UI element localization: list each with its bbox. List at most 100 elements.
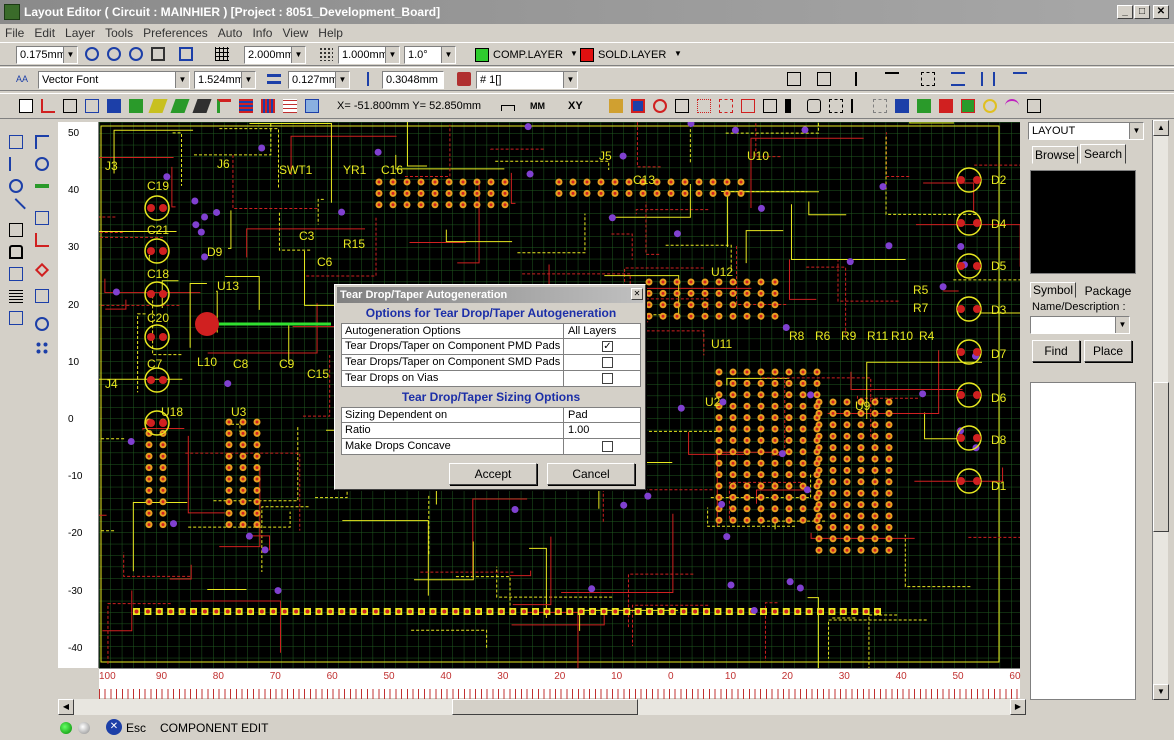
tab-symbol[interactable]: Symbol: [1030, 282, 1076, 298]
panel-mode-select[interactable]: LAYOUT ▼: [1028, 122, 1144, 140]
pad-size-field[interactable]: 0.3048mm: [382, 71, 444, 89]
scroll-left-icon[interactable]: ◀: [58, 699, 74, 715]
lock-icon[interactable]: [6, 242, 26, 262]
menu-view[interactable]: View: [277, 24, 313, 42]
close-button[interactable]: ✕: [1153, 5, 1169, 19]
help-query-icon[interactable]: [6, 308, 26, 328]
ratio-value[interactable]: 1.00: [568, 423, 642, 438]
pad-stack-icon[interactable]: [6, 264, 26, 284]
accept-button[interactable]: Accept: [449, 463, 537, 485]
mirror-icon[interactable]: [782, 96, 802, 116]
measure-icon[interactable]: [498, 96, 518, 116]
maximize-button[interactable]: □: [1134, 5, 1150, 19]
align-top-icon[interactable]: [882, 69, 902, 89]
delete-icon[interactable]: [6, 198, 26, 218]
esc-icon[interactable]: ✕: [106, 719, 122, 735]
highlight-net-icon[interactable]: [628, 96, 648, 116]
drc-clear-icon[interactable]: [958, 96, 978, 116]
route-auto-icon[interactable]: [32, 230, 52, 250]
menu-auto[interactable]: Auto: [213, 24, 248, 42]
tab-browse[interactable]: Browse: [1032, 146, 1078, 164]
stack-icon[interactable]: [1024, 96, 1044, 116]
distribute-v-icon[interactable]: [978, 69, 998, 89]
comp-layer-dropdown-icon[interactable]: ▼: [570, 49, 578, 58]
zoom-out-icon[interactable]: [104, 44, 124, 64]
line-thickness-icon[interactable]: [264, 69, 284, 89]
net-select[interactable]: # 1[] ▼: [476, 71, 578, 89]
dialog-close-icon[interactable]: ✕: [631, 288, 643, 300]
distribute-icon[interactable]: [948, 69, 968, 89]
swap-pins-icon[interactable]: [694, 96, 714, 116]
net-select-icon[interactable]: [454, 69, 474, 89]
drc-icon[interactable]: [936, 96, 956, 116]
route-icon[interactable]: [38, 96, 58, 116]
vias-checkbox[interactable]: [602, 373, 613, 384]
chip-icon[interactable]: [32, 286, 52, 306]
text-size-select[interactable]: 1.524mm ▼: [194, 71, 256, 89]
target-icon[interactable]: [650, 96, 670, 116]
trace-icon[interactable]: [32, 176, 52, 196]
rect-tool-icon[interactable]: [82, 96, 102, 116]
scroll-down-icon[interactable]: ▼: [1153, 684, 1169, 700]
angle-select[interactable]: 1.0° ▼: [404, 46, 456, 64]
align-vertical-icon[interactable]: [814, 69, 834, 89]
text-tool-icon[interactable]: [60, 96, 80, 116]
tab-package[interactable]: Package: [1082, 284, 1134, 300]
properties-icon[interactable]: [6, 220, 26, 240]
image-icon[interactable]: [302, 96, 322, 116]
pmd-pads-checkbox[interactable]: ✓: [602, 341, 613, 352]
grid-snap-select[interactable]: 0.175mm ▼: [16, 46, 78, 64]
keepout-icon[interactable]: [192, 96, 212, 116]
menu-layer[interactable]: Layer: [60, 24, 100, 42]
tree-icon[interactable]: [6, 154, 26, 174]
cancel-button[interactable]: Cancel: [547, 463, 635, 485]
menu-info[interactable]: Info: [247, 24, 277, 42]
align-horizontal-icon[interactable]: [784, 69, 804, 89]
menu-tools[interactable]: Tools: [100, 24, 138, 42]
comp-layer-label[interactable]: COMP.LAYER: [493, 49, 563, 61]
scroll-thumb[interactable]: [1153, 382, 1169, 532]
deselect-icon[interactable]: [870, 96, 890, 116]
zoom-select-icon[interactable]: [32, 314, 52, 334]
align-left-icon[interactable]: [852, 69, 872, 89]
fill-tool-icon[interactable]: [104, 96, 124, 116]
xy-label[interactable]: XY: [568, 100, 583, 112]
sizing-value[interactable]: Pad: [568, 408, 642, 423]
table-icon[interactable]: [280, 96, 300, 116]
name-description-select[interactable]: ▼: [1030, 316, 1130, 334]
pad-size-icon[interactable]: [358, 69, 378, 89]
line-size-select[interactable]: 0.127mm ▼: [288, 71, 350, 89]
diamond-icon[interactable]: [32, 260, 52, 280]
smd-pads-checkbox[interactable]: [602, 357, 613, 368]
component-icon[interactable]: [16, 96, 36, 116]
horizontal-scrollbar[interactable]: ◀ ▶: [58, 699, 1026, 715]
font-select[interactable]: Vector Font ▼: [38, 71, 190, 89]
minimize-button[interactable]: _: [1117, 5, 1133, 19]
copper-pour-icon[interactable]: [126, 96, 146, 116]
comp-layer-swatch[interactable]: [475, 48, 489, 62]
concave-checkbox[interactable]: [602, 441, 613, 452]
menu-edit[interactable]: Edit: [29, 24, 60, 42]
redo-icon[interactable]: [32, 154, 52, 174]
layer-stack-icon[interactable]: [606, 96, 626, 116]
zoom-window-icon[interactable]: [148, 44, 168, 64]
grid-size-select[interactable]: 2.000mm ▼: [244, 46, 306, 64]
menu-help[interactable]: Help: [313, 24, 348, 42]
netlist-icon[interactable]: [6, 132, 26, 152]
layers-icon[interactable]: [258, 96, 278, 116]
move-icon[interactable]: [716, 96, 736, 116]
document-icon[interactable]: [760, 96, 780, 116]
via-icon[interactable]: [214, 96, 234, 116]
bus-icon[interactable]: [236, 96, 256, 116]
arc-icon[interactable]: [980, 96, 1000, 116]
place-button[interactable]: Place: [1084, 340, 1132, 362]
sold-layer-label[interactable]: SOLD.LAYER: [598, 49, 666, 61]
plane-icon[interactable]: [170, 96, 190, 116]
tab-search[interactable]: Search: [1080, 144, 1126, 164]
move-cross-icon[interactable]: [6, 176, 26, 196]
renumber-icon[interactable]: [738, 96, 758, 116]
polygon-icon[interactable]: [148, 96, 168, 116]
zoom-in-icon[interactable]: [82, 44, 102, 64]
undo-icon[interactable]: [32, 132, 52, 152]
ungroup-icon[interactable]: [914, 96, 934, 116]
